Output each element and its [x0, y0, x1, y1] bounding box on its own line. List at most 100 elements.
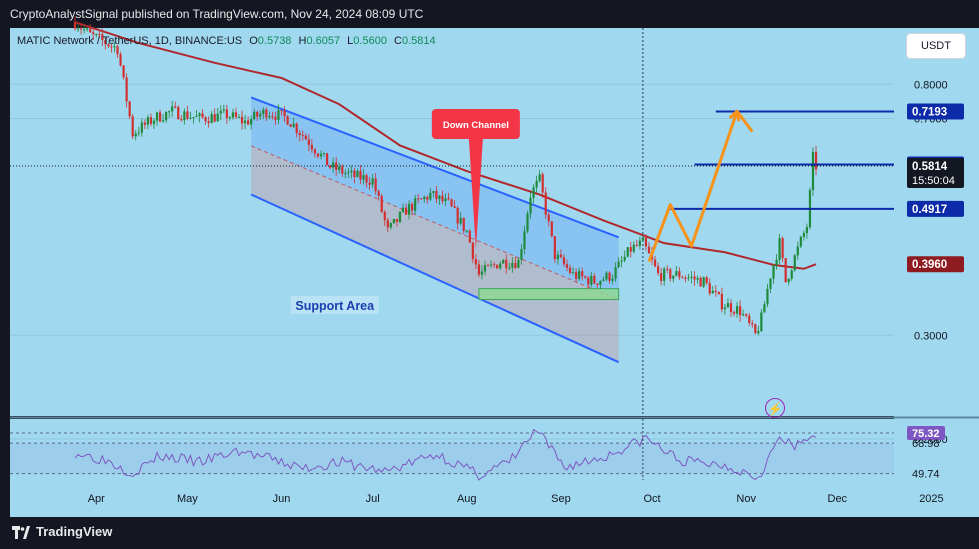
candle-body [228, 117, 231, 119]
candle-body [383, 211, 386, 221]
footer-brand: TradingView [36, 524, 113, 539]
candle-body [392, 218, 395, 224]
candle-body [790, 270, 793, 279]
candle-body [186, 111, 189, 119]
candle-body [581, 271, 584, 277]
candle-body [496, 264, 499, 269]
rsi-level-tag: 68.98 [912, 438, 940, 450]
candle-body [465, 230, 468, 232]
candle-body [207, 121, 210, 124]
candle-body [335, 162, 338, 170]
candle-body [447, 198, 450, 200]
candle-body [714, 290, 717, 292]
candle-body [681, 277, 684, 279]
candle-body [316, 153, 320, 157]
candle-body [508, 267, 511, 269]
candle-body [377, 191, 380, 196]
tradingview-logo-icon [12, 526, 30, 539]
candle-body [760, 312, 763, 332]
time-tick-label: Sep [551, 493, 571, 505]
price-tick-label: 0.3000 [914, 330, 948, 342]
candle-body [122, 65, 125, 78]
candle-body [578, 271, 581, 279]
candle-body [629, 247, 632, 252]
candle-body [596, 283, 599, 285]
candle-body [143, 122, 146, 125]
candle-body [356, 170, 359, 178]
time-tick-label: Apr [88, 493, 105, 505]
candle-body [471, 242, 474, 260]
candle-body [265, 109, 268, 118]
candle-body [641, 237, 645, 241]
candle-body [283, 110, 286, 117]
candle-body [562, 257, 566, 265]
candle-body [322, 153, 326, 155]
currency-button[interactable]: USDT [906, 33, 966, 59]
candle-body [735, 306, 739, 314]
candle-body [605, 272, 608, 280]
candle-body [274, 116, 277, 120]
candle-body [450, 199, 453, 207]
candle-body [787, 278, 790, 283]
candle-body [535, 180, 538, 188]
candle-body [365, 175, 368, 183]
time-tick-label: Aug [457, 493, 477, 505]
candle-body [298, 133, 301, 135]
candle-body [626, 247, 629, 257]
candle-body [468, 230, 471, 243]
time-tick-label: Jul [366, 493, 380, 505]
candle-body [799, 236, 802, 247]
price-tick-label: 0.8000 [914, 79, 948, 91]
candle-body [259, 114, 262, 117]
candle-body [338, 166, 341, 170]
candle-body [657, 266, 660, 274]
candle-body [219, 110, 222, 114]
candle-body [511, 262, 514, 268]
candle-body [262, 109, 265, 115]
candle-body [720, 293, 723, 310]
candle-body [441, 195, 444, 202]
candle-body [325, 153, 329, 166]
candle-body [742, 314, 745, 316]
candle-body [152, 120, 156, 124]
candle-body [140, 122, 143, 133]
support-area-label: Support Area [295, 299, 375, 313]
candle-body [614, 267, 617, 279]
candle-body [644, 237, 648, 247]
candle-body [638, 240, 641, 246]
candle-body [195, 115, 198, 118]
candle-body [480, 271, 484, 275]
candle-body [675, 271, 678, 276]
candle-body [459, 217, 462, 224]
candle-body [347, 172, 350, 174]
candle-body [420, 198, 423, 200]
candle-body [319, 153, 323, 157]
open-label: O [249, 35, 258, 47]
candle-body [550, 221, 553, 237]
candle-body [499, 263, 502, 269]
candle-body [359, 170, 362, 180]
candle-body [174, 106, 177, 108]
candle-body [717, 291, 720, 294]
candle-body [754, 324, 757, 334]
lightning-icon[interactable]: ⚡ [765, 398, 785, 418]
candle-body [213, 114, 216, 122]
rsi-band-fill [10, 443, 894, 474]
candle-body [155, 112, 159, 121]
candle-body [411, 203, 414, 211]
candle-body [243, 120, 247, 124]
candle-body [277, 110, 280, 120]
candle-body [593, 275, 596, 284]
candle-body [544, 192, 547, 215]
candle-body [389, 223, 392, 228]
candle-body [280, 110, 283, 112]
time-tick-label: Dec [828, 493, 848, 505]
candle-body [526, 213, 529, 232]
candle-body [237, 116, 241, 118]
candle-body [489, 264, 493, 266]
candle-body [301, 134, 304, 136]
candle-body [663, 268, 666, 281]
chart[interactable]: Down ChannelSupport Area 0.80000.70000.3… [0, 0, 979, 549]
candle-body [131, 116, 134, 137]
time-tick-label: 2025 [919, 493, 943, 505]
